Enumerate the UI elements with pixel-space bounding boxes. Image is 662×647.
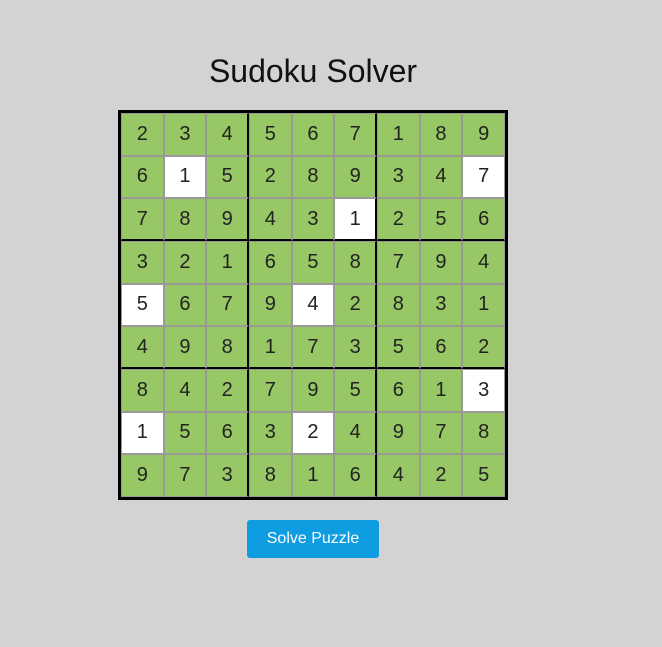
- sudoku-cell[interactable]: 9: [121, 454, 164, 497]
- sudoku-cell[interactable]: 5: [206, 155, 249, 199]
- sudoku-cell[interactable]: 8: [377, 283, 420, 327]
- sudoku-cell[interactable]: 6: [334, 454, 377, 497]
- sudoku-cell[interactable]: 8: [163, 198, 207, 241]
- sudoku-cell[interactable]: 7: [377, 241, 420, 284]
- sudoku-cell[interactable]: 6: [206, 411, 249, 455]
- sudoku-cell[interactable]: 8: [291, 155, 335, 199]
- sudoku-cell[interactable]: 7: [291, 326, 335, 369]
- sudoku-cell[interactable]: 8: [121, 369, 164, 412]
- sudoku-cell[interactable]: 4: [206, 113, 249, 156]
- sudoku-cell[interactable]: 7: [249, 369, 292, 412]
- sudoku-cell[interactable]: 4: [291, 283, 335, 327]
- sudoku-cell[interactable]: 7: [462, 155, 505, 199]
- sudoku-cell[interactable]: 1: [206, 241, 249, 284]
- sudoku-cell[interactable]: 9: [419, 241, 463, 284]
- sudoku-cell[interactable]: 3: [462, 369, 505, 412]
- solve-puzzle-button[interactable]: Solve Puzzle: [247, 520, 379, 558]
- sudoku-cell[interactable]: 3: [419, 283, 463, 327]
- sudoku-cell[interactable]: 7: [206, 283, 249, 327]
- sudoku-cell[interactable]: 5: [121, 283, 164, 327]
- sudoku-cell[interactable]: 3: [206, 454, 249, 497]
- sudoku-cell[interactable]: 1: [377, 113, 420, 156]
- sudoku-cell[interactable]: 9: [249, 283, 292, 327]
- page-title: Sudoku Solver: [208, 53, 418, 89]
- sudoku-cell[interactable]: 3: [121, 241, 164, 284]
- sudoku-cell[interactable]: 2: [163, 241, 207, 284]
- sudoku-cell[interactable]: 1: [163, 155, 207, 199]
- sudoku-cell[interactable]: 5: [249, 113, 292, 156]
- sudoku-cell[interactable]: 5: [377, 326, 420, 369]
- sudoku-cell[interactable]: 4: [249, 198, 292, 241]
- sudoku-cell[interactable]: 1: [419, 369, 463, 412]
- sudoku-cell[interactable]: 4: [419, 155, 463, 199]
- sudoku-cell[interactable]: 6: [291, 113, 335, 156]
- sudoku-cell[interactable]: 6: [163, 283, 207, 327]
- sudoku-cell[interactable]: 8: [249, 454, 292, 497]
- sudoku-cell[interactable]: 4: [334, 411, 377, 455]
- sudoku-cell[interactable]: 6: [121, 155, 164, 199]
- sudoku-cell[interactable]: 2: [419, 454, 463, 497]
- sudoku-cell[interactable]: 6: [419, 326, 463, 369]
- sudoku-cell[interactable]: 5: [419, 198, 463, 241]
- sudoku-cell[interactable]: 5: [163, 411, 207, 455]
- sudoku-cell[interactable]: 5: [334, 369, 377, 412]
- sudoku-cell[interactable]: 6: [462, 198, 505, 241]
- sudoku-cell[interactable]: 8: [462, 411, 505, 455]
- sudoku-cell[interactable]: 9: [163, 326, 207, 369]
- sudoku-cell[interactable]: 1: [249, 326, 292, 369]
- sudoku-cell[interactable]: 7: [334, 113, 377, 156]
- sudoku-cell[interactable]: 3: [377, 155, 420, 199]
- sudoku-cell[interactable]: 9: [462, 113, 505, 156]
- sudoku-cell[interactable]: 9: [377, 411, 420, 455]
- sudoku-cell[interactable]: 2: [249, 155, 292, 199]
- sudoku-cell[interactable]: 2: [291, 411, 335, 455]
- sudoku-cell[interactable]: 1: [291, 454, 335, 497]
- sudoku-cell[interactable]: 6: [249, 241, 292, 284]
- sudoku-cell[interactable]: 4: [462, 241, 505, 284]
- sudoku-cell[interactable]: 9: [334, 155, 377, 199]
- sudoku-cell[interactable]: 4: [121, 326, 164, 369]
- sudoku-cell[interactable]: 1: [121, 411, 164, 455]
- sudoku-cell[interactable]: 8: [206, 326, 249, 369]
- sudoku-cell[interactable]: 8: [334, 241, 377, 284]
- sudoku-cell[interactable]: 3: [334, 326, 377, 369]
- sudoku-cell[interactable]: 1: [462, 283, 505, 327]
- sudoku-cell[interactable]: 2: [377, 198, 420, 241]
- sudoku-cell[interactable]: 4: [377, 454, 420, 497]
- sudoku-cell[interactable]: 3: [163, 113, 207, 156]
- sudoku-cell[interactable]: 1: [334, 198, 377, 241]
- sudoku-cell[interactable]: 8: [419, 113, 463, 156]
- sudoku-cell[interactable]: 2: [121, 113, 164, 156]
- sudoku-cell[interactable]: 3: [291, 198, 335, 241]
- sudoku-cell[interactable]: 6: [377, 369, 420, 412]
- sudoku-cell[interactable]: 4: [163, 369, 207, 412]
- sudoku-cell[interactable]: 5: [462, 454, 505, 497]
- sudoku-board: 2345671896152893477894312563216587945679…: [118, 110, 508, 500]
- sudoku-cell[interactable]: 7: [419, 411, 463, 455]
- sudoku-cell[interactable]: 7: [163, 454, 207, 497]
- sudoku-cell[interactable]: 7: [121, 198, 164, 241]
- sudoku-cell[interactable]: 3: [249, 411, 292, 455]
- sudoku-cell[interactable]: 2: [206, 369, 249, 412]
- sudoku-cell[interactable]: 9: [291, 369, 335, 412]
- sudoku-cell[interactable]: 2: [334, 283, 377, 327]
- sudoku-cell[interactable]: 5: [291, 241, 335, 284]
- sudoku-cell[interactable]: 2: [462, 326, 505, 369]
- sudoku-cell[interactable]: 9: [206, 198, 249, 241]
